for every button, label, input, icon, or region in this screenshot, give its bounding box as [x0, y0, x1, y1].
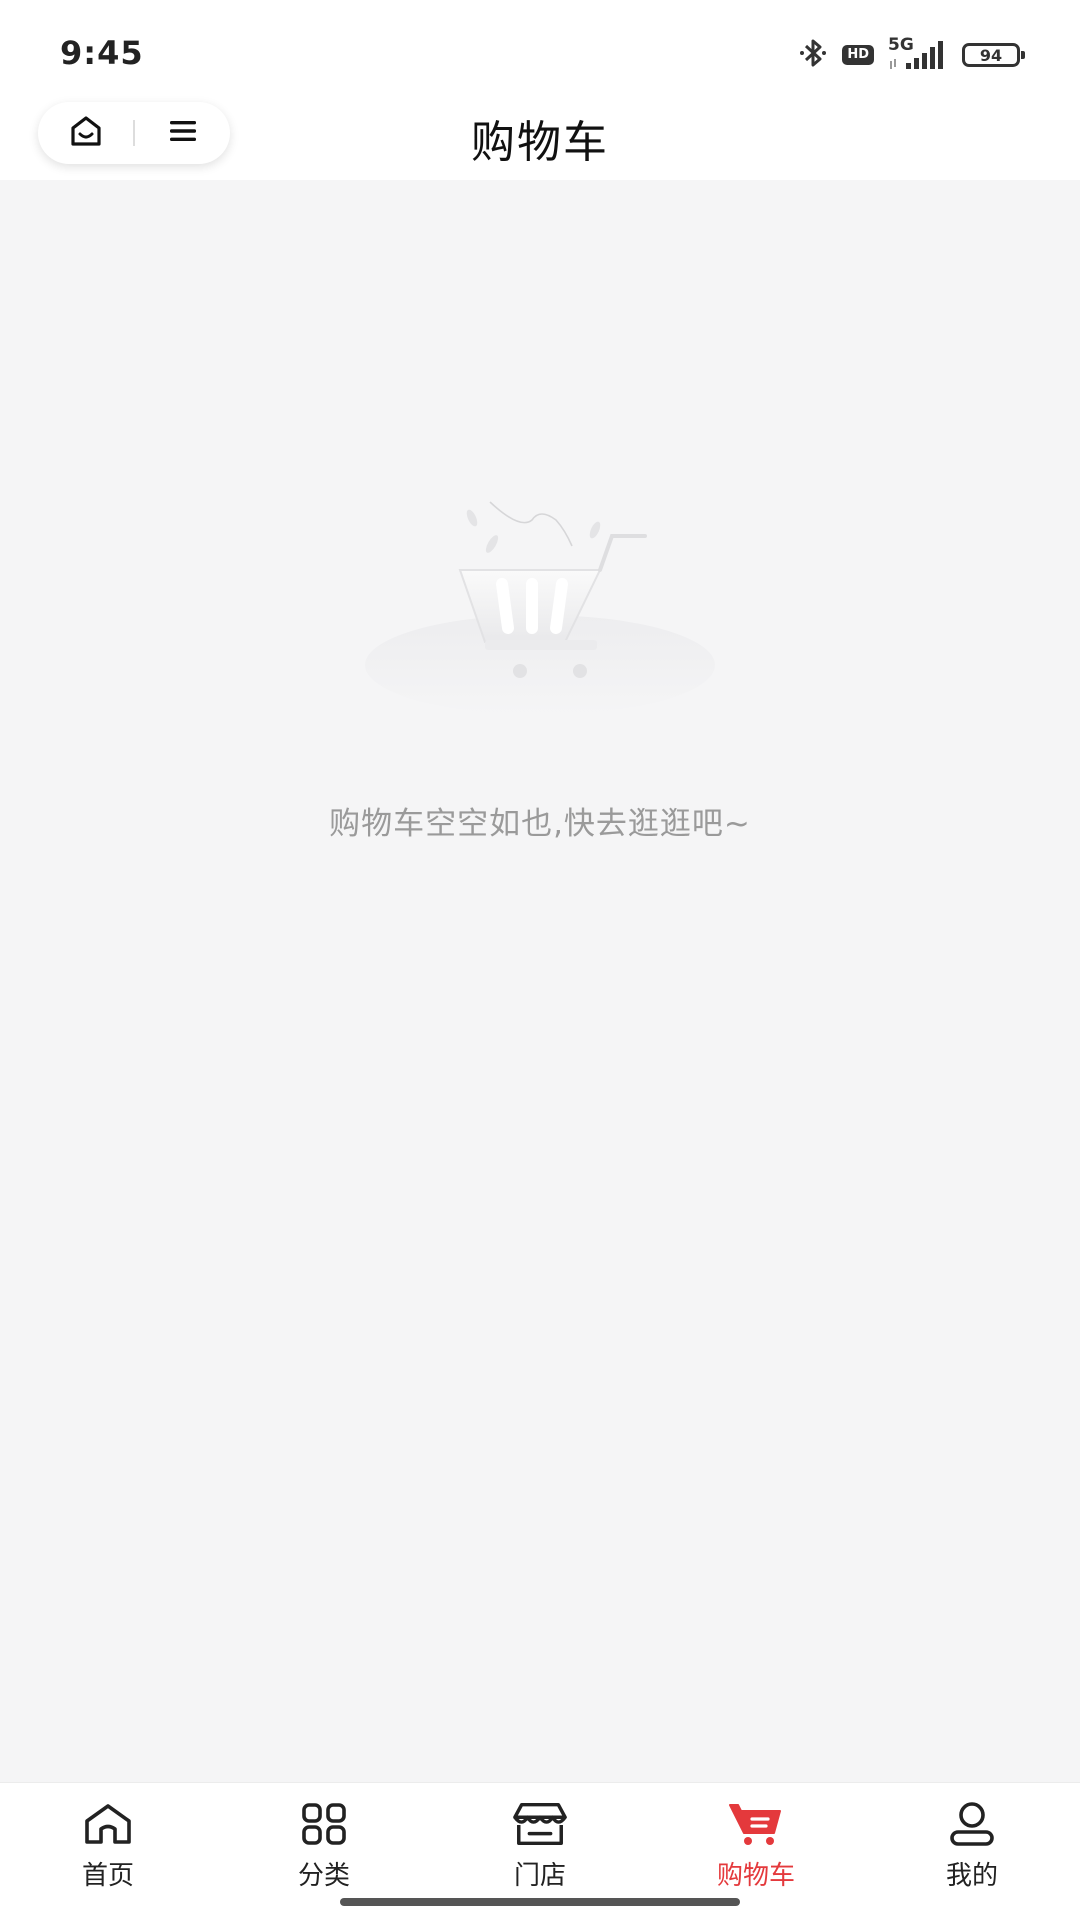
tab-category-label: 分类 — [297, 1861, 350, 1891]
category-grid-icon — [296, 1799, 352, 1849]
bluetooth-icon — [798, 37, 828, 73]
tab-store-label: 门店 — [513, 1861, 566, 1891]
tab-profile[interactable]: 我的 — [864, 1783, 1080, 1920]
page-title: 购物车 — [471, 117, 609, 168]
status-icons: HD 5G 94 — [798, 35, 1025, 73]
empty-cart-illustration — [360, 490, 720, 720]
store-icon — [512, 1799, 568, 1849]
tab-cart-label: 购物车 — [716, 1861, 795, 1891]
hd-badge: HD — [842, 45, 874, 65]
empty-cart-message: 购物车空空如也,快去逛逛吧~ — [329, 806, 751, 842]
tab-profile-label: 我的 — [945, 1861, 998, 1891]
app-screen: 9:45 HD 5G 94 购物车 购物车空空如也,快去逛逛吧~ 首页 分类 门… — [0, 0, 1080, 1920]
cart-icon — [728, 1799, 784, 1849]
tab-home-label: 首页 — [81, 1861, 134, 1891]
signal-icon: 5G — [888, 35, 948, 71]
tab-home[interactable]: 首页 — [0, 1783, 216, 1920]
status-time: 9:45 — [60, 34, 144, 72]
home-icon — [80, 1799, 136, 1849]
profile-icon — [944, 1799, 1000, 1849]
navigation-header: 购物车 — [0, 96, 1080, 180]
status-bar: 9:45 HD 5G 94 — [0, 0, 1080, 96]
home-indicator[interactable] — [340, 1898, 740, 1906]
battery-indicator: 94 — [962, 43, 1025, 67]
